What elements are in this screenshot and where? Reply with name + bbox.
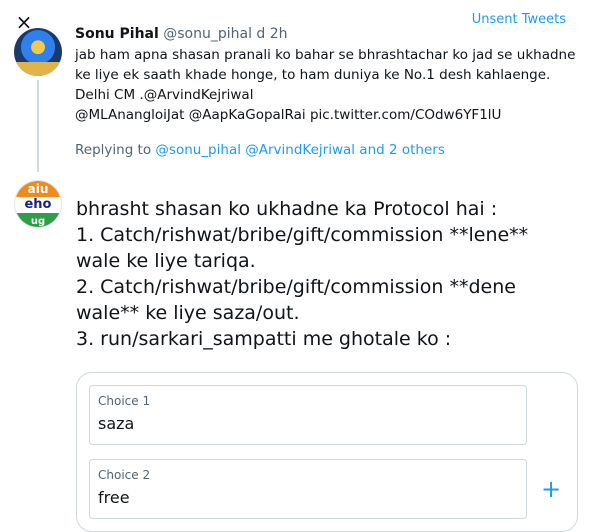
unsent-tweets-link[interactable]: Unsent Tweets [472, 12, 566, 27]
avatar-text-top: aiu [27, 182, 49, 196]
poll-choice-2-label: Choice 2 [98, 468, 151, 482]
parent-tweet-header: Sonu Pihal @sonu_pihal d 2h [75, 26, 288, 42]
compose-line: wale ke liye tariqa. [76, 250, 256, 272]
reply-avatar: aiu eho ug [14, 180, 62, 228]
replying-prefix: Replying to [75, 142, 152, 158]
replying-to: Replying to @sonu_pihal @ArvindKejriwal … [75, 142, 445, 158]
compose-line: 3. run/sarkari_sampatti me ghotale ko : [76, 328, 452, 350]
parent-text-line: Delhi CM .@ArvindKejriwal [75, 87, 254, 103]
parent-tweet-time: d 2h [256, 26, 288, 42]
parent-text-line: ke liye ek saath khade honge, to ham dun… [75, 67, 551, 83]
parent-author-handle: @sonu_pihal [163, 26, 252, 42]
plus-icon: + [540, 475, 562, 503]
poll-choice-1-input[interactable]: Choice 1 saza [89, 385, 527, 445]
avatar-text-bottom: ug [30, 216, 46, 227]
parent-avatar [14, 28, 62, 76]
compose-line: bhrasht shasan ko ukhadne ka Protocol ha… [76, 198, 498, 220]
compose-line: 1. Catch/rishwat/bribe/gift/commission *… [76, 224, 529, 246]
add-choice-button[interactable]: + [539, 477, 563, 501]
poll-choice-2-input[interactable]: Choice 2 free [89, 459, 527, 519]
replying-mentions[interactable]: @sonu_pihal @ArvindKejriwal and 2 others [155, 142, 444, 158]
parent-tweet-text: jab ham apna shasan pranali ko bahar se … [75, 45, 575, 125]
thread-line [37, 80, 39, 172]
poll-choice-1-label: Choice 1 [98, 394, 151, 408]
poll-choice-1-value: saza [98, 414, 135, 433]
parent-text-line: jab ham apna shasan pranali ko bahar se … [75, 47, 576, 63]
compose-line: wale** ke liye saza/out. [76, 302, 300, 324]
poll-editor: Choice 1 saza Choice 2 free + [76, 372, 578, 532]
poll-choice-2-value: free [98, 488, 130, 507]
parent-author-name: Sonu Pihal [75, 26, 159, 42]
compose-line: 2. Catch/rishwat/bribe/gift/commission *… [76, 276, 516, 298]
parent-text-line: @MLAnangloiJat @AapKaGopalRai pic.twitte… [75, 107, 502, 123]
avatar-text-middle: eho [24, 197, 52, 212]
compose-textarea[interactable]: bhrasht shasan ko ukhadne ka Protocol ha… [76, 196, 576, 352]
